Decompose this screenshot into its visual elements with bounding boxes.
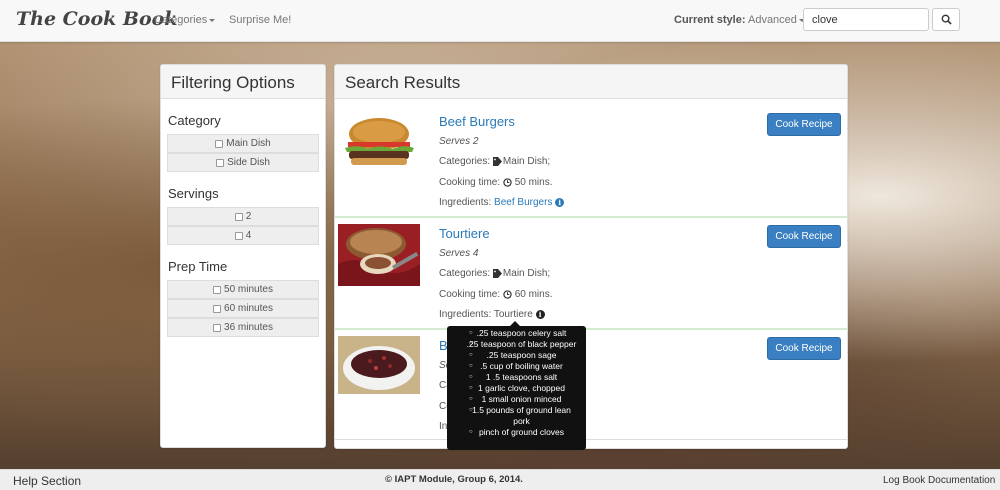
tooltip-ingredient: 1 small onion minced	[451, 394, 582, 405]
serves-text: Serves 2	[439, 136, 479, 147]
filter-prep-60[interactable]: 60 minutes	[167, 299, 319, 318]
clock-icon	[503, 290, 512, 299]
categories-line: Categories: Main Dish;	[439, 268, 550, 279]
filter-category-side-dish[interactable]: Side Dish	[167, 153, 319, 172]
checkbox[interactable]	[213, 285, 222, 294]
ingredients-tooltip: .25 teaspoon celery salt .25 teaspoon of…	[447, 326, 586, 450]
tooltip-ingredient: 1 .5 teaspoons salt	[451, 372, 582, 383]
filter-label: 4	[245, 230, 252, 241]
surprise-me-link[interactable]: Surprise Me!	[229, 14, 291, 26]
filter-label: Side Dish	[227, 157, 270, 168]
ingredients-line: Ingredients: Beef Burgers i	[439, 197, 565, 208]
checkbox[interactable]	[234, 231, 243, 240]
tooltip-ingredient: .25 teaspoon sage	[451, 350, 582, 361]
recipe-title-link[interactable]: Tourtiere	[439, 226, 490, 241]
recipe-image-burger	[338, 112, 420, 174]
filter-label: Main Dish	[226, 138, 271, 149]
style-value: Advanced	[747, 14, 797, 26]
tooltip-ingredient: pinch of ground cloves	[451, 427, 582, 438]
filter-category-main-dish[interactable]: Main Dish	[167, 134, 319, 153]
copyright-text: © IAPT Module, Group 6, 2014.	[385, 474, 523, 485]
footer: Help Section © IAPT Module, Group 6, 201…	[0, 469, 1000, 490]
info-icon[interactable]: i	[555, 197, 565, 207]
servings-title: Servings	[168, 186, 219, 201]
categories-prefix: Categories:	[439, 268, 491, 279]
ingredients-link[interactable]: Beef Burgers	[494, 197, 552, 208]
recipe-title-link[interactable]: Beef Burgers	[439, 114, 515, 129]
search-input[interactable]	[803, 8, 929, 31]
checkbox[interactable]	[213, 304, 222, 313]
checkbox[interactable]	[213, 323, 222, 332]
caret-down-icon	[209, 18, 216, 22]
navbar: The Cook Book Categories Surprise Me! Cu…	[0, 0, 1000, 42]
ingredients-prefix: Ingredients:	[439, 197, 492, 208]
categories-dropdown[interactable]: Categories	[154, 14, 216, 26]
categories-value: Main Dish;	[502, 268, 551, 279]
search-icon	[941, 14, 952, 25]
categories-prefix: Categories:	[439, 156, 491, 167]
tooltip-ingredient: 1 garlic clove, chopped	[451, 383, 582, 394]
tooltip-ingredient: .5 cup of boiling water	[451, 361, 582, 372]
recipe-image-black-bean	[338, 336, 420, 394]
help-section-link[interactable]: Help Section	[13, 474, 81, 488]
cooking-time-value: 60 mins.	[514, 289, 553, 300]
cook-recipe-button[interactable]: Cook Recipe	[767, 337, 841, 360]
cooking-prefix: Cooking time:	[439, 289, 501, 300]
info-icon[interactable]: i	[535, 309, 545, 319]
cooking-time-line: Cooking time: 60 mins.	[439, 289, 553, 300]
result-item: Black Serves 4 Categories: Cooking time:…	[335, 330, 847, 440]
category-title: Category	[168, 113, 221, 128]
clock-icon	[503, 178, 512, 187]
cooking-prefix: Cooking time:	[439, 177, 501, 188]
cook-recipe-button[interactable]: Cook Recipe	[767, 113, 841, 136]
tooltip-ingredient: .25 teaspoon of black pepper	[451, 339, 582, 350]
filter-prep-36[interactable]: 36 minutes	[167, 318, 319, 337]
filter-label: 2	[245, 211, 252, 222]
serves-text: Serves 4	[439, 248, 479, 259]
ingredients-line: Ingredients: Tourtiere i	[439, 309, 545, 320]
cooking-time-line: Cooking time: 50 mins.	[439, 177, 553, 188]
categories-value: Main Dish;	[502, 156, 551, 167]
filter-servings-2[interactable]: 2	[167, 207, 319, 226]
filter-servings-4[interactable]: 4	[167, 226, 319, 245]
search-button[interactable]	[932, 8, 960, 31]
results-title: Search Results	[335, 65, 847, 99]
log-book-documentation-link[interactable]: Log Book Documentation	[883, 475, 995, 486]
filter-label: 36 minutes	[224, 322, 273, 333]
tooltip-ingredient: .25 teaspoon celery salt	[451, 328, 582, 339]
filter-label: 50 minutes	[224, 284, 273, 295]
checkbox[interactable]	[215, 139, 224, 148]
ingredients-text[interactable]: Tourtiere	[494, 309, 533, 320]
filter-label: 60 minutes	[224, 303, 273, 314]
result-item: Tourtiere Serves 4 Categories: Main Dish…	[335, 218, 847, 330]
checkbox[interactable]	[216, 158, 225, 167]
categories-line: Categories: Main Dish;	[439, 156, 550, 167]
style-prefix: Current style:	[674, 14, 746, 26]
result-item: Beef Burgers Serves 2 Categories: Main D…	[335, 100, 847, 218]
prep-time-title: Prep Time	[168, 259, 228, 274]
results-panel: Search Results Beef Burgers Serves 2 Cat…	[334, 64, 848, 449]
tag-icon	[492, 268, 502, 278]
categories-label: Categories	[154, 14, 208, 26]
tooltip-ingredient: 1.5 pounds of ground lean pork	[451, 405, 582, 427]
cook-recipe-button[interactable]: Cook Recipe	[767, 225, 841, 248]
recipe-image-tourtiere	[338, 224, 420, 286]
checkbox[interactable]	[234, 212, 243, 221]
tag-icon	[492, 156, 502, 166]
filter-panel: Filtering Options Category Main Dish Sid…	[160, 64, 326, 448]
ingredients-prefix: Ingredients:	[439, 309, 492, 320]
filter-title: Filtering Options	[161, 65, 325, 99]
filter-prep-50[interactable]: 50 minutes	[167, 280, 319, 299]
style-selector[interactable]: Current style: Advanced	[674, 14, 805, 26]
cooking-time-value: 50 mins.	[514, 177, 553, 188]
